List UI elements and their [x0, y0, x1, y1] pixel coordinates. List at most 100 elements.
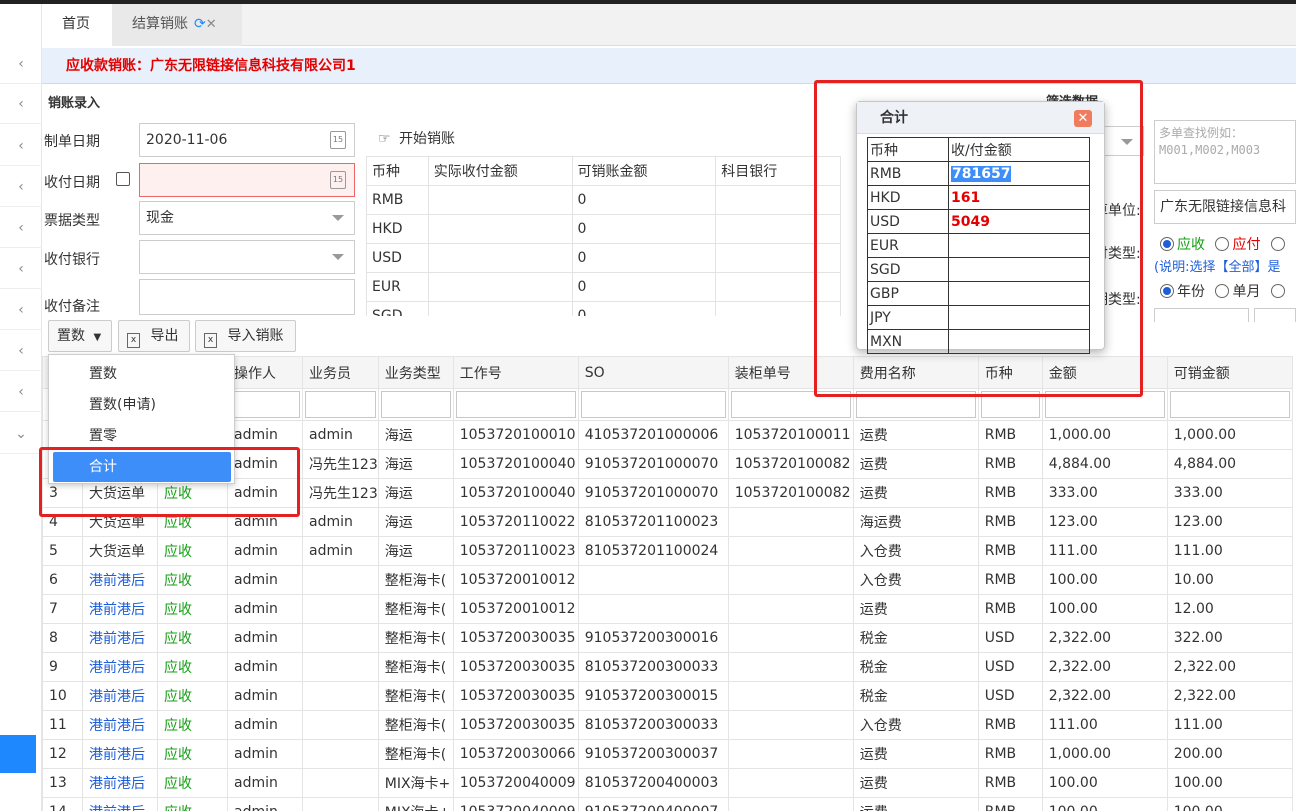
chevron-left-icon[interactable]: ‹ [0, 372, 42, 412]
cell-so: 910537201000070 [577, 449, 729, 479]
cell-box [727, 797, 854, 811]
radio-other[interactable] [1270, 284, 1285, 298]
cell-avail: 111.00 [1166, 710, 1293, 740]
table-row[interactable]: 5 大货运单 应收 admin admin 海运 1053720110023 81053720… [42, 536, 1293, 566]
cell-dir: 应收 [157, 594, 228, 624]
chevron-down-icon[interactable]: ⌄ [0, 414, 42, 454]
col-header[interactable]: SO [577, 356, 729, 389]
remark-label: 收付备注 [44, 299, 100, 315]
menu-item-set[interactable]: 置数 [49, 359, 234, 389]
col-header: 币种 [366, 156, 429, 186]
table-row[interactable]: 10 港前港后 应收 admin 整柜海卡(1053720030035 910537200… [42, 681, 1293, 711]
export-button[interactable]: x 导出 [118, 320, 190, 352]
table-row[interactable]: 13 港前港后 应收 admin MIX海卡+ 1053720040009 81053720… [42, 768, 1293, 798]
cell-no: 9 [42, 652, 83, 682]
cell-biz: 海运 [377, 449, 454, 479]
cell-avail: 333.00 [1166, 478, 1293, 508]
radio-month[interactable] [1215, 284, 1230, 298]
cell-fee: 运费 [852, 768, 979, 798]
cell-biz: 整柜海卡( [377, 565, 454, 595]
table-row[interactable]: 8 港前港后 应收 admin 整柜海卡(1053720030035 9105372003… [42, 623, 1293, 653]
annotation-box-menu [39, 447, 300, 517]
cell-so: 910537200400007 [577, 797, 729, 811]
radio-receivable[interactable] [1160, 237, 1174, 251]
close-icon[interactable]: ✕ [206, 17, 217, 32]
year-end-field[interactable] [1254, 308, 1296, 322]
cell-no: 6 [42, 565, 83, 595]
calendar-icon[interactable]: 15 [330, 171, 346, 189]
excel-icon: x [127, 333, 140, 348]
actual-amount-input[interactable] [427, 301, 573, 316]
nav-active-item[interactable] [0, 735, 36, 773]
actual-amount-input[interactable] [427, 214, 573, 244]
column-filter-input[interactable] [1169, 391, 1290, 418]
column-filter-input[interactable] [380, 391, 451, 418]
chevron-left-icon[interactable]: ‹ [0, 290, 42, 330]
tab-home[interactable]: 首页 [42, 4, 112, 46]
calendar-icon[interactable]: 15 [330, 131, 346, 149]
table-row[interactable]: 11 港前港后 应收 admin 整柜海卡(1053720030035 810537200… [42, 710, 1293, 740]
table-row[interactable]: 7 港前港后 应收 admin 整柜海卡(1053720010012 运费 RMB 100.0… [42, 594, 1293, 624]
cell-job: 1053720030066 [452, 739, 579, 769]
bank-label: 收付银行 [44, 252, 100, 268]
import-writeoff-button[interactable]: x 导入销账 [195, 320, 296, 352]
cell-fee: 运费 [852, 739, 979, 769]
column-filter-input[interactable] [580, 391, 726, 418]
chevron-left-icon[interactable]: ‹ [0, 126, 42, 166]
cell-box [727, 681, 854, 711]
start-writeoff-button[interactable]: ☞ 开始销账 [378, 128, 455, 148]
date-field[interactable]: 2020-11-06 15 [139, 123, 355, 157]
radio-year[interactable] [1160, 284, 1174, 298]
remark-field[interactable] [139, 279, 355, 315]
unit-field[interactable]: 广东无限链接信息科 [1154, 190, 1296, 224]
chevron-left-icon[interactable]: ‹ [0, 208, 42, 248]
radio-payable[interactable] [1215, 237, 1230, 251]
col-header: 实际收付金额 [427, 156, 573, 186]
bank-select[interactable] [139, 240, 355, 274]
cell-type: 港前港后 [82, 565, 158, 595]
col-header[interactable]: 可销金额 [1166, 356, 1293, 389]
column-filter-input[interactable] [230, 391, 300, 418]
cell-avail: 10.00 [1166, 565, 1293, 595]
year-start-field[interactable] [1154, 308, 1249, 322]
table-row[interactable]: 9 港前港后 应收 admin 整柜海卡(1053720030035 8105372003… [42, 652, 1293, 682]
pay-date-checkbox[interactable] [116, 172, 130, 186]
table-row[interactable]: 14港前港后应收admin MIX海卡+105372004000991053720… [42, 797, 1293, 811]
actual-amount-input[interactable] [427, 272, 573, 302]
chevron-left-icon[interactable]: ‹ [0, 331, 42, 371]
cell-cur: RMB [977, 797, 1043, 811]
column-filter-input[interactable] [305, 391, 376, 418]
table-row[interactable]: 12 港前港后 应收 admin 整柜海卡(1053720030066 910537200… [42, 739, 1293, 769]
cell-sales [302, 797, 379, 811]
cell-biz: 海运 [377, 420, 454, 450]
menu-item-set-apply[interactable]: 置数(申请) [49, 390, 234, 420]
col-header[interactable]: 操作人 [227, 356, 303, 389]
cell-cur: USD [977, 623, 1043, 653]
bill-type-label: 票据类型 [44, 213, 100, 229]
refresh-icon[interactable]: ⟳ [194, 16, 206, 32]
chevron-left-icon[interactable]: ‹ [0, 167, 42, 207]
multi-search-input[interactable]: 多单查找例如： M001,M002,M003 [1154, 120, 1296, 184]
cell-biz: 海运 [377, 507, 454, 537]
cell-op: admin [227, 681, 303, 711]
actual-amount-input[interactable] [427, 185, 573, 215]
bill-type-select[interactable]: 现金 [139, 201, 355, 235]
cell-avail: 200.00 [1166, 739, 1293, 769]
chevron-left-icon[interactable]: ‹ [0, 44, 42, 84]
set-dropdown-button[interactable]: 置数 ▼ [48, 320, 112, 352]
radio-all[interactable] [1270, 237, 1285, 251]
cell-amt: 1,000.00 [1041, 420, 1168, 450]
cell-box: 1053720100011 [727, 420, 854, 450]
col-header[interactable]: 业务员 [302, 356, 379, 389]
actual-amount-input[interactable] [427, 243, 573, 273]
tab-settlement[interactable]: 结算销账 ⟳✕ [112, 4, 242, 46]
chevron-left-icon[interactable]: ‹ [0, 84, 42, 124]
col-header[interactable]: 业务类型 [377, 356, 454, 389]
pay-date-field[interactable]: 15 [139, 163, 355, 197]
chevron-left-icon[interactable]: ‹ [0, 249, 42, 289]
column-filter-input[interactable] [455, 391, 576, 418]
cell-fee: 运费 [852, 420, 979, 450]
table-row[interactable]: 6 港前港后 应收 admin 整柜海卡(1053720010012 入仓费 RMB 100.… [42, 565, 1293, 595]
cell-job: 1053720110022 [452, 507, 579, 537]
col-header[interactable]: 工作号 [452, 356, 579, 389]
